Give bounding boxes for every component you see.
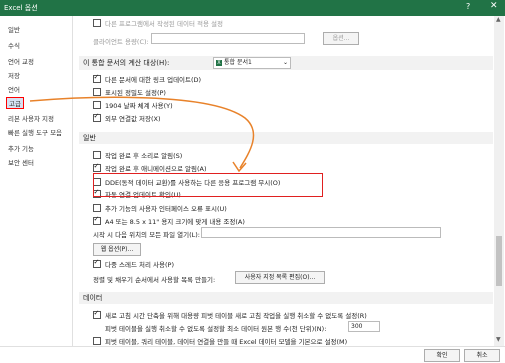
excel-icon: X bbox=[216, 60, 222, 66]
edit-custom-lists-button[interactable]: 사용자 지정 목록 편집(O)... bbox=[235, 271, 325, 284]
help-icon[interactable]: ? bbox=[466, 2, 470, 11]
checkbox[interactable] bbox=[93, 162, 101, 172]
option-addin-errors[interactable]: 추가 기능의 사용자 인터페이스 오류 표시(U) bbox=[93, 203, 227, 213]
sidebar: 일반 수식 언어 교정 저장 언어 고급 리본 사용자 지정 빠른 실행 도구 … bbox=[0, 16, 73, 362]
sidebar-item-proofing[interactable]: 언어 교정 bbox=[8, 56, 34, 66]
option-update-links[interactable]: 다른 문서에 대한 링크 업데이트(D) bbox=[93, 73, 201, 84]
data-section-header: 데이터 bbox=[79, 292, 493, 304]
option-precision[interactable]: 표시된 정밀도 설정(P) bbox=[93, 87, 166, 97]
general-section-header: 일반 bbox=[79, 132, 493, 144]
checkbox[interactable] bbox=[93, 337, 101, 345]
sidebar-item-quick-access[interactable]: 빠른 실행 도구 모음 bbox=[8, 127, 62, 137]
calc-target-label: 이 통합 문서의 계산 대상(H): bbox=[83, 59, 170, 67]
web-options-button[interactable]: 웹 옵션(P)... bbox=[93, 243, 141, 256]
startup-folder-input[interactable] bbox=[201, 227, 441, 238]
option-pivot-undo[interactable]: 새로 고침 시간 단축을 위해 대용량 피벗 테이블 새로 고침 작업을 실행 … bbox=[93, 309, 367, 320]
option-animation[interactable]: 작업 완료 후 애니메이션으로 알림(A) bbox=[93, 162, 207, 173]
pivot-min-rows-input[interactable]: 300 bbox=[348, 321, 380, 332]
checkbox[interactable] bbox=[93, 151, 101, 159]
option-data-model[interactable]: 피벗 테이블, 쿼리 테이블, 데이터 연결을 만들 때 Excel 데이터 모… bbox=[93, 336, 347, 346]
sidebar-item-trust-center[interactable]: 보안 센터 bbox=[8, 157, 34, 167]
options-button[interactable]: 옵션... bbox=[323, 32, 359, 45]
faded-option-row: 다른 프로그램에서 작성된 데이터 적용 설정 bbox=[93, 18, 223, 28]
sidebar-item-general[interactable]: 일반 bbox=[8, 24, 20, 34]
sidebar-item-formulas[interactable]: 수식 bbox=[8, 40, 20, 50]
checkbox[interactable] bbox=[93, 88, 101, 96]
close-icon[interactable]: ✕ bbox=[490, 1, 498, 11]
cancel-button[interactable]: 취소 bbox=[464, 349, 500, 362]
sidebar-item-language[interactable]: 언어 bbox=[8, 84, 20, 94]
option-multithread[interactable]: 다중 스레드 처리 사용(P) bbox=[93, 258, 174, 269]
title-bar: Excel 옵션 ? ✕ bbox=[0, 0, 505, 16]
sort-list-label: 정렬 및 채우기 순서에서 사용할 목록 만들기: bbox=[93, 276, 216, 284]
option-a4-scale[interactable]: A4 또는 8.5 x 11" 용지 크기에 맞게 내용 조정(A) bbox=[93, 215, 245, 226]
sidebar-item-addins[interactable]: 추가 기능 bbox=[8, 143, 34, 153]
scroll-up-icon[interactable]: ▲ bbox=[496, 16, 501, 23]
checkbox[interactable] bbox=[93, 204, 101, 212]
scrollbar-thumb[interactable] bbox=[496, 236, 502, 286]
checkbox[interactable] bbox=[93, 73, 101, 83]
scroll-down-icon[interactable]: ▼ bbox=[496, 336, 501, 343]
checkbox[interactable] bbox=[93, 101, 101, 109]
option-1904[interactable]: 1904 날짜 체계 사용(Y) bbox=[93, 100, 173, 110]
chevron-down-icon: ⌄ bbox=[282, 59, 288, 66]
capacity-input[interactable] bbox=[151, 33, 305, 44]
checkbox[interactable] bbox=[93, 215, 101, 225]
highlight-box bbox=[93, 173, 323, 197]
checkbox[interactable] bbox=[93, 19, 101, 27]
capacity-label: 클라이언트 용량(C): bbox=[93, 38, 149, 46]
option-save-external[interactable]: 외부 연결값 저장(X) bbox=[93, 112, 161, 123]
checkbox[interactable] bbox=[93, 258, 101, 268]
sidebar-item-save[interactable]: 저장 bbox=[8, 70, 20, 80]
checkbox[interactable] bbox=[93, 309, 101, 319]
option-sound[interactable]: 작업 완료 후 소리로 알림(S) bbox=[93, 150, 182, 160]
workbook-select[interactable]: X 통합 문서1 ⌄ bbox=[213, 57, 291, 69]
window-title: Excel 옵션 bbox=[4, 4, 38, 12]
ok-button[interactable]: 확인 bbox=[424, 349, 460, 362]
sidebar-item-customize-ribbon[interactable]: 리본 사용자 지정 bbox=[8, 113, 54, 123]
checkbox[interactable] bbox=[93, 112, 101, 122]
startup-folder-label: 시작 시 다음 위치의 모든 파일 열기(L): bbox=[93, 231, 201, 239]
dialog-footer: 확인 취소 bbox=[0, 346, 505, 363]
vertical-scrollbar[interactable]: ▲ ▼ bbox=[494, 16, 504, 346]
pivot-min-rows-label: 피벗 테이블을 실행 취소할 수 없도록 설정할 최소 데이터 원본 행 수(천… bbox=[105, 325, 327, 333]
sidebar-item-advanced[interactable]: 고급 bbox=[6, 97, 24, 109]
